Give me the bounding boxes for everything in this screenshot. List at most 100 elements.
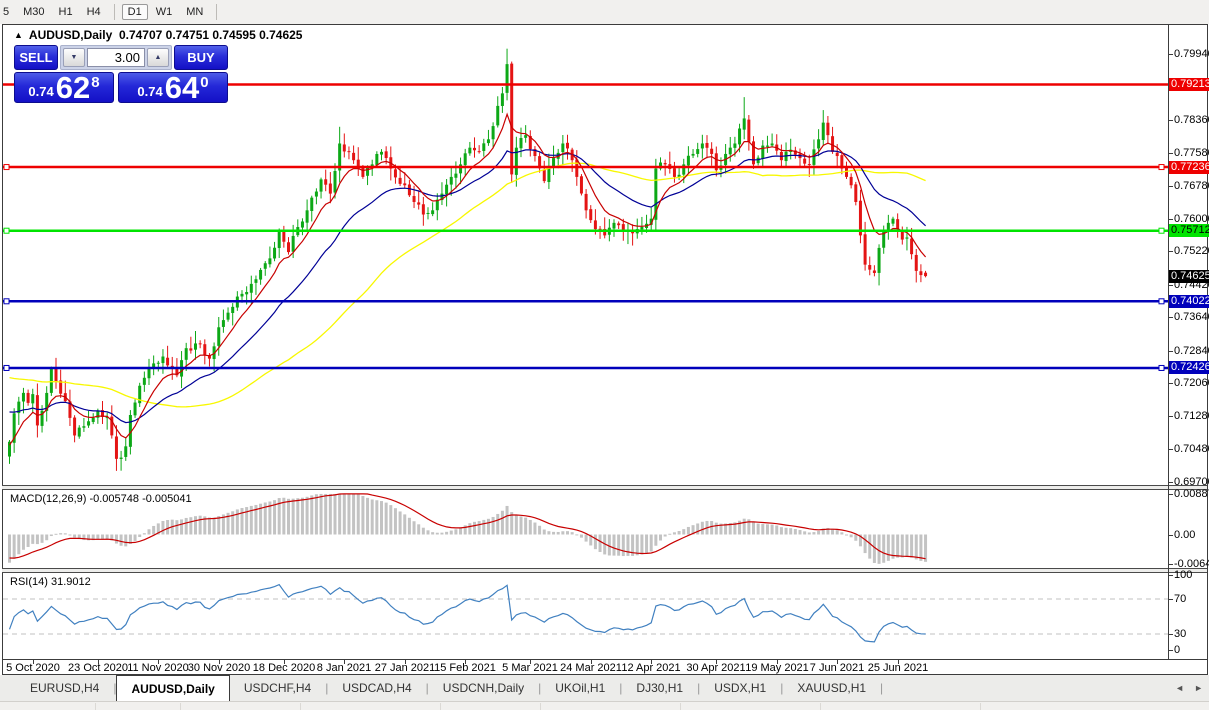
date-axis-label: 11 Nov 2020 xyxy=(127,662,189,674)
price-axis-tick xyxy=(1168,383,1173,384)
price-axis-tick xyxy=(1168,153,1173,154)
hline-handle[interactable] xyxy=(1159,299,1164,304)
buy-price-button[interactable]: 0.74640 xyxy=(118,72,228,103)
price-axis-label: 0.71280 xyxy=(1174,410,1209,422)
macd-axis-tick xyxy=(1168,564,1173,565)
toolbar-separator xyxy=(216,4,217,20)
tabbar-spacer xyxy=(0,675,16,701)
timeframe-button-W1[interactable]: W1 xyxy=(150,4,179,20)
chart-symbol-label: AUDUSD,Daily xyxy=(29,28,112,42)
macd-axis-label: 0.00 xyxy=(1174,529,1195,541)
tab-USDCNH-Daily[interactable]: USDCNH,Daily xyxy=(429,675,538,701)
rsi-axis-tick xyxy=(1168,634,1173,635)
tab-DJ30-H1[interactable]: DJ30,H1 xyxy=(622,675,697,701)
tab-separator: | xyxy=(880,681,883,695)
buy-price-big: 64 xyxy=(165,73,199,102)
price-axis-tick xyxy=(1168,186,1173,187)
date-axis-label: 15 Feb 2021 xyxy=(434,662,496,674)
price-axis-tick xyxy=(1168,120,1173,121)
price-axis-tick xyxy=(1168,416,1173,417)
price-badge-0.79213: 0.79213 xyxy=(1169,78,1209,91)
price-axis-label: 0.76780 xyxy=(1174,180,1209,192)
rsi-axis-tick xyxy=(1168,599,1173,600)
hline-handle[interactable] xyxy=(1159,365,1164,370)
rsi-indicator-canvas[interactable] xyxy=(3,573,1168,658)
tab-scroll-arrows: ◄ ► xyxy=(1175,675,1203,701)
sell-price-prefix: 0.74 xyxy=(28,84,53,99)
tab-UKOil-H1[interactable]: UKOil,H1 xyxy=(541,675,619,701)
tab-AUDUSD-Daily[interactable]: AUDUSD,Daily xyxy=(116,675,229,701)
chevron-down-icon: ▼ xyxy=(71,54,78,61)
macd-axis-tick xyxy=(1168,494,1173,495)
price-axis-label: 0.69700 xyxy=(1174,476,1209,488)
macd-axis-tick xyxy=(1168,535,1173,536)
tab-scroll-left-icon[interactable]: ◄ xyxy=(1175,683,1184,693)
rsi-axis-tick xyxy=(1168,575,1173,576)
price-axis-label: 0.73640 xyxy=(1174,311,1209,323)
timeframe-button-M30[interactable]: M30 xyxy=(17,4,50,20)
chart-window: ▲AUDUSD,Daily 0.74707 0.74751 0.74595 0.… xyxy=(0,24,1209,675)
volume-decrease-button[interactable]: ▼ xyxy=(63,48,85,67)
timeframe-button-H1[interactable]: H1 xyxy=(53,4,79,20)
chart-title: ▲AUDUSD,Daily 0.74707 0.74751 0.74595 0.… xyxy=(14,28,302,42)
timeframe-button-MN[interactable]: MN xyxy=(180,4,209,20)
macd-axis-label: 0.008877 xyxy=(1174,488,1209,500)
date-axis-label: 25 Jun 2021 xyxy=(868,662,929,674)
rsi-axis-tick xyxy=(1168,650,1173,651)
hline-handle[interactable] xyxy=(4,228,9,233)
hline-handle[interactable] xyxy=(1159,165,1164,170)
rsi-axis-label: 30 xyxy=(1174,628,1186,640)
ma-mid-line xyxy=(10,150,926,423)
hline-handle[interactable] xyxy=(4,165,9,170)
price-axis-tick xyxy=(1168,219,1173,220)
tab-XAUUSD-H1[interactable]: XAUUSD,H1 xyxy=(783,675,880,701)
date-axis-label: 5 Oct 2020 xyxy=(6,662,60,674)
price-badge-0.74022: 0.74022 xyxy=(1169,295,1209,308)
hline-handle[interactable] xyxy=(1159,228,1164,233)
date-axis-label: 19 May 2021 xyxy=(745,662,809,674)
price-axis-label: 0.77580 xyxy=(1174,147,1209,159)
price-axis-tick xyxy=(1168,351,1173,352)
sell-price-button[interactable]: 0.74628 xyxy=(14,72,114,103)
toolbar-separator xyxy=(114,4,115,20)
price-axis-label: 0.72060 xyxy=(1174,377,1209,389)
date-axis-label: 24 Mar 2021 xyxy=(560,662,622,674)
hline-handle[interactable] xyxy=(4,299,9,304)
price-axis-label: 0.70480 xyxy=(1174,443,1209,455)
date-axis-label: 12 Apr 2021 xyxy=(621,662,680,674)
price-badge-0.77236: 0.77236 xyxy=(1169,161,1209,174)
timeframe-button-D1[interactable]: D1 xyxy=(122,4,148,20)
volume-increase-button[interactable]: ▲ xyxy=(147,48,169,67)
tab-scroll-right-icon[interactable]: ► xyxy=(1194,683,1203,693)
tab-EURUSD-H4[interactable]: EURUSD,H4 xyxy=(16,675,113,701)
volume-spinner: ▼ ▲ xyxy=(60,45,172,70)
price-axis-tick xyxy=(1168,482,1173,483)
date-axis-label: 23 Oct 2020 xyxy=(68,662,128,674)
hline-handle[interactable] xyxy=(4,365,9,370)
horizontal-lines-layer[interactable] xyxy=(3,84,1168,370)
timeframe-toolbar: 5M30H1H4 D1W1MN xyxy=(0,0,1209,25)
date-axis-label: 30 Nov 2020 xyxy=(188,662,250,674)
buy-button[interactable]: BUY xyxy=(174,45,228,70)
tab-USDX-H1[interactable]: USDX,H1 xyxy=(700,675,780,701)
price-badge-0.72426: 0.72426 xyxy=(1169,361,1209,374)
one-click-toggle-icon[interactable]: ▲ xyxy=(14,30,23,40)
ma-slow-line xyxy=(10,163,926,407)
price-axis-label: 0.79940 xyxy=(1174,48,1209,60)
chevron-up-icon: ▲ xyxy=(155,54,162,61)
price-axis-tick xyxy=(1168,317,1173,318)
buy-price-prefix: 0.74 xyxy=(137,84,162,99)
date-axis-label: 18 Dec 2020 xyxy=(253,662,315,674)
price-axis-label: 0.78360 xyxy=(1174,114,1209,126)
date-axis-label: 27 Jan 2021 xyxy=(375,662,436,674)
tab-USDCHF-H4[interactable]: USDCHF,H4 xyxy=(230,675,325,701)
rsi-axis-label: 70 xyxy=(1174,593,1186,605)
sell-button[interactable]: SELL xyxy=(14,45,58,70)
timeframe-button-5[interactable]: 5 xyxy=(0,4,15,20)
volume-input[interactable] xyxy=(87,48,145,67)
one-click-trading-panel: SELL ▼ ▲ BUY 0.74628 0.74640 xyxy=(14,45,228,103)
rsi-line xyxy=(10,585,926,642)
date-axis-label: 8 Jan 2021 xyxy=(317,662,371,674)
tab-USDCAD-H4[interactable]: USDCAD,H4 xyxy=(328,675,425,701)
timeframe-button-H4[interactable]: H4 xyxy=(81,4,107,20)
